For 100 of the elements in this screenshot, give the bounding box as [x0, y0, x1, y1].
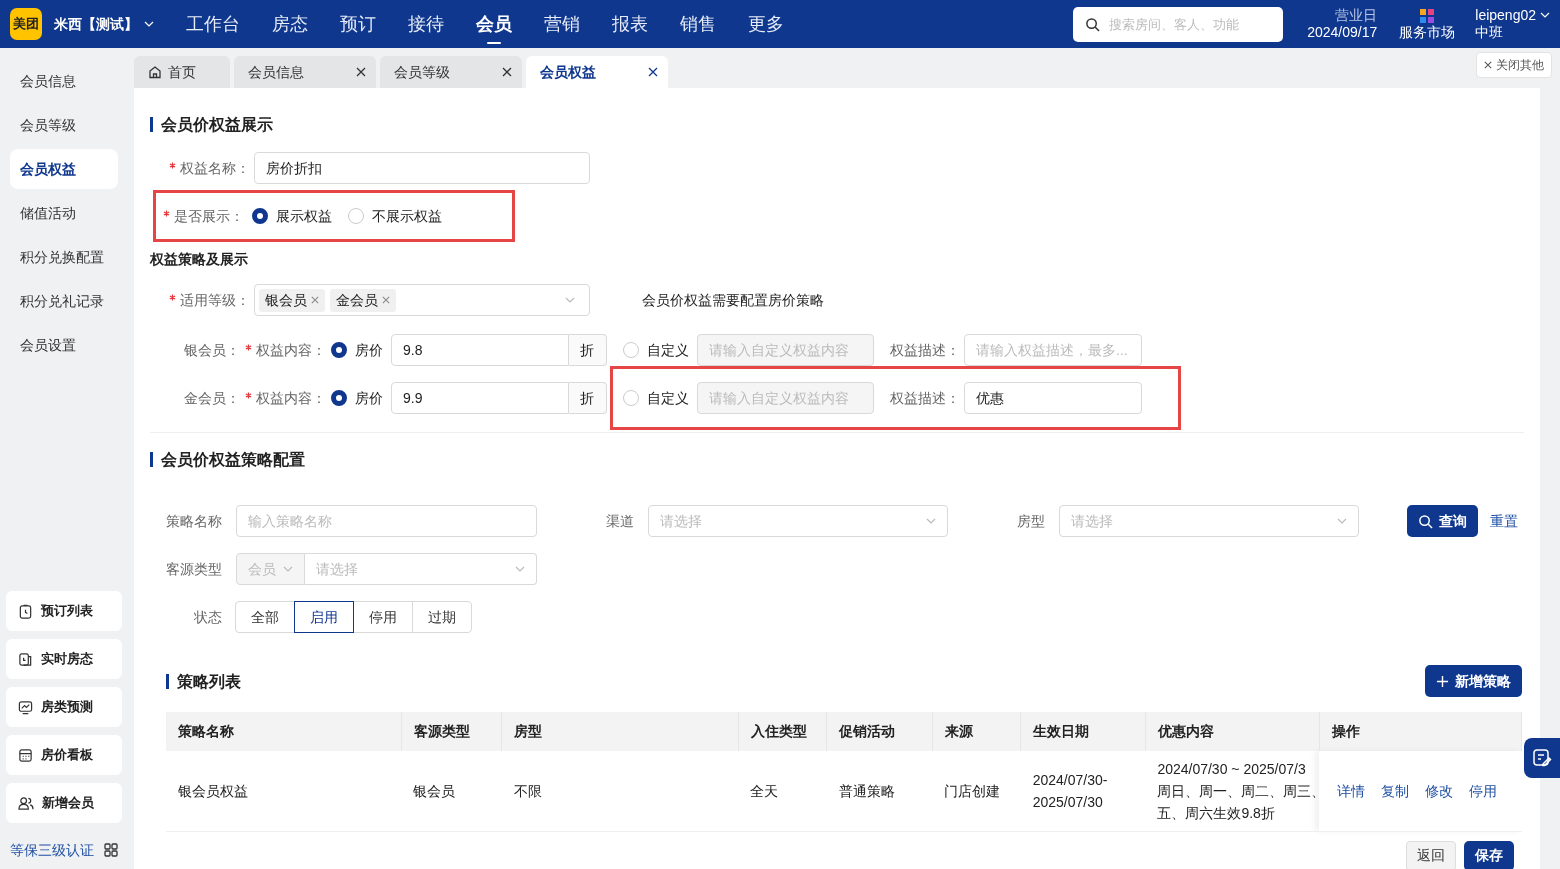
nav-item[interactable]: 报表 — [612, 4, 648, 44]
business-day: 2024/09/17 — [1307, 24, 1378, 42]
people-icon — [18, 795, 34, 811]
nav-item[interactable]: 房态 — [272, 4, 308, 44]
search-field[interactable]: 搜索房间、客人、功能 — [1073, 6, 1284, 42]
status-option[interactable]: 全部 — [235, 601, 295, 633]
shortcut-button[interactable]: 房价看板 — [6, 735, 122, 775]
status-option[interactable]: 启用 — [294, 601, 354, 633]
table-cell-text: 2024/07/30- — [1032, 770, 1109, 790]
close-icon[interactable] — [648, 67, 658, 77]
action-link[interactable]: 详情 — [1337, 779, 1366, 802]
sidebar-item[interactable]: 储值活动 — [10, 193, 118, 233]
table-cell: 门店创建 — [932, 751, 1021, 831]
radio-option[interactable]: 房价 — [331, 339, 383, 361]
shortcut-button[interactable]: 房类预测 — [6, 687, 122, 727]
caret-icon — [926, 516, 936, 526]
remove-icon[interactable] — [311, 296, 319, 304]
sidebar-item[interactable]: 会员权益 — [10, 149, 118, 189]
filter-label: 房型 — [1016, 511, 1045, 531]
radio-option[interactable]: 自定义 — [623, 387, 689, 409]
radio-option[interactable]: 展示权益 — [252, 205, 332, 227]
tab-label: 首页 — [168, 62, 196, 82]
action-link[interactable]: 修改 — [1425, 779, 1454, 802]
hotel-switcher[interactable]: 米西【测试】 — [54, 13, 154, 35]
column-header: 客源类型 — [401, 712, 502, 751]
nav-item[interactable]: 接待 — [408, 4, 444, 44]
nav-item[interactable]: 工作台 — [186, 4, 240, 44]
sidebar-item[interactable]: 会员设置 — [10, 325, 118, 365]
reset-link[interactable]: 重置 — [1486, 510, 1518, 532]
grid-icon[interactable] — [104, 843, 118, 857]
name-field[interactable]: 房价折扣 — [254, 152, 590, 184]
nav-item[interactable]: 销售 — [680, 4, 716, 44]
tab-label: 会员等级 — [394, 62, 450, 82]
nav-item[interactable]: 会员 — [476, 4, 512, 44]
section-title: 会员价权益展示 — [150, 116, 273, 132]
table-cell: 银会员 — [401, 751, 502, 831]
clipboard-clock-icon — [18, 603, 33, 619]
tab-label: 会员信息 — [248, 62, 304, 82]
filter-label: 策略名称 — [165, 511, 222, 531]
column-header: 策略名称 — [166, 712, 402, 751]
column-header: 促销活动 — [826, 712, 933, 751]
user-name[interactable]: leipeng02 — [1475, 6, 1536, 24]
home-icon — [148, 65, 162, 79]
sidebar-item[interactable]: 会员等级 — [10, 105, 118, 145]
nav-item[interactable]: 营销 — [544, 4, 580, 44]
level-note: 会员价权益需要配置房价策略 — [641, 290, 824, 310]
table-cell: 不限 — [501, 751, 739, 831]
page-tab[interactable]: 会员等级 — [380, 56, 522, 88]
field-label: 权益描述： — [890, 388, 960, 408]
caret-icon — [1337, 516, 1347, 526]
market-link[interactable]: 服务市场 — [1399, 24, 1456, 42]
note-edit-button[interactable] — [1524, 738, 1560, 778]
app-logo[interactable]: 美团 — [10, 8, 42, 40]
page-tab[interactable]: 会员信息 — [234, 56, 376, 88]
add-strategy-button[interactable]: 新增策略 — [1425, 665, 1522, 697]
page-tab[interactable]: 首页 — [134, 56, 230, 88]
nav-item[interactable]: 预订 — [340, 4, 376, 44]
nav-item[interactable]: 更多 — [748, 4, 784, 44]
radio-option[interactable]: 不展示权益 — [348, 205, 442, 227]
list-title: 策略列表 — [166, 673, 241, 689]
caret-icon — [565, 295, 575, 305]
certification-link[interactable]: 等保三级认证 — [10, 839, 94, 861]
field-label: 权益内容： — [256, 341, 326, 358]
shortcut-button[interactable]: 新增会员 — [6, 783, 122, 823]
close-icon[interactable] — [356, 67, 366, 77]
save-button[interactable]: 保存 — [1464, 840, 1514, 869]
filter-label: 客源类型 — [165, 559, 222, 579]
page-tab[interactable]: 会员权益 — [526, 56, 668, 88]
description-field[interactable]: 优惠 — [964, 382, 1142, 414]
table-cell-text: 周日、周一、周二、周三、 — [1157, 781, 1320, 801]
column-header: 入住类型 — [738, 712, 827, 751]
shortcut-button[interactable]: 预订列表 — [6, 591, 122, 631]
level-tag: 金会员 — [330, 288, 396, 312]
subsection-title: 权益策略及展示 — [150, 249, 248, 269]
shortcut-button[interactable]: 实时房态 — [6, 639, 122, 679]
close-icon[interactable] — [502, 67, 512, 77]
action-link[interactable]: 停用 — [1469, 779, 1498, 802]
back-button[interactable]: 返回 — [1406, 840, 1456, 869]
level-select[interactable]: 银会员 金会员 — [254, 284, 590, 316]
status-option[interactable]: 停用 — [353, 601, 413, 633]
search-icon — [1418, 513, 1433, 529]
close-others-button[interactable]: 关闭其他 — [1476, 52, 1552, 78]
market-icon[interactable] — [1419, 8, 1436, 25]
remove-icon[interactable] — [382, 296, 390, 304]
filter-label: 状态 — [193, 607, 222, 627]
query-button[interactable]: 查询 — [1407, 505, 1478, 537]
sidebar-item[interactable]: 积分兑换配置 — [10, 237, 118, 277]
radio-option[interactable]: 自定义 — [623, 339, 689, 361]
sidebar-item[interactable]: 会员信息 — [10, 61, 118, 101]
shortcut-label: 预订列表 — [41, 602, 93, 621]
radio-option[interactable]: 房价 — [331, 387, 383, 409]
business-day-label: 营业日 — [1334, 6, 1378, 24]
status-option[interactable]: 过期 — [412, 601, 472, 633]
column-header: 优惠内容 — [1145, 712, 1320, 751]
field-label: 权益内容： — [256, 389, 326, 406]
sidebar-item[interactable]: 积分兑礼记录 — [10, 281, 118, 321]
tab-label: 会员权益 — [540, 62, 596, 82]
action-link[interactable]: 复制 — [1381, 779, 1410, 802]
shortcut-label: 实时房态 — [41, 650, 93, 669]
close-icon — [1484, 61, 1492, 69]
